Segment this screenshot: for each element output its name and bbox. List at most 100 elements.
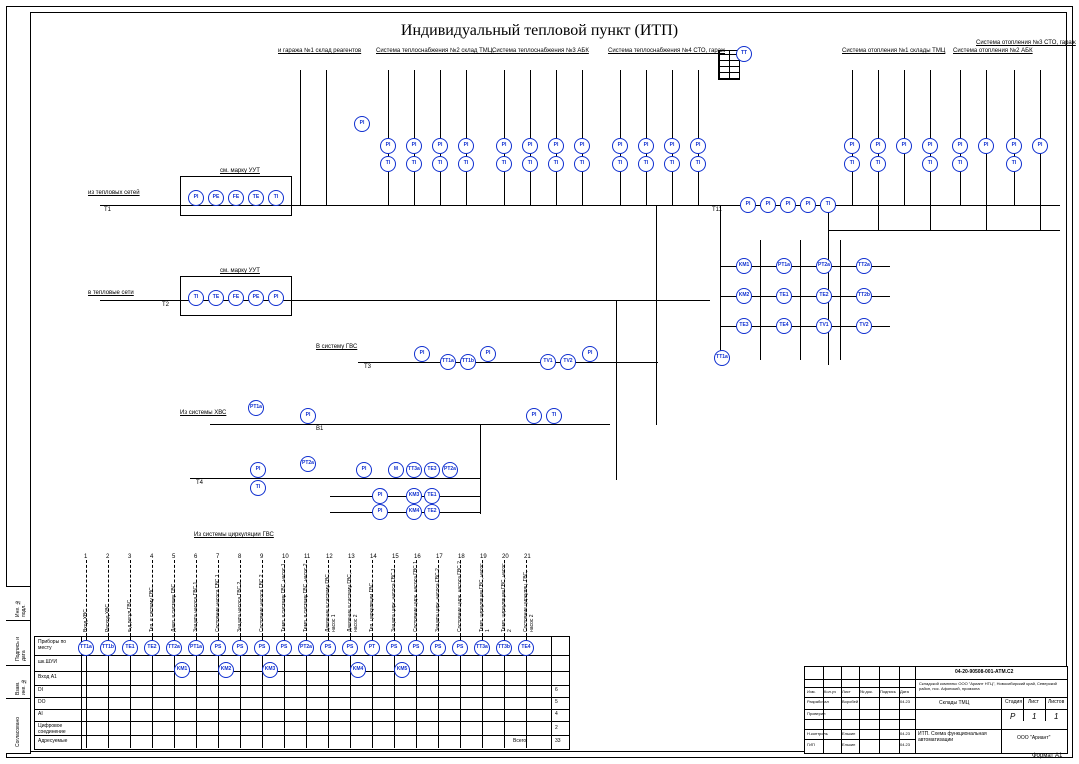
pipe-t4b	[330, 496, 480, 497]
margin-label: Подпись и дата	[15, 627, 27, 661]
instr-tag: M	[388, 462, 404, 478]
instr-tag: TE1	[424, 488, 440, 504]
col-tag: PS	[408, 640, 424, 656]
col-sheet: Лист	[1028, 699, 1039, 705]
lbl-hvs: Из системы ХВС	[180, 410, 226, 416]
row-label: Адресуемые	[38, 738, 67, 744]
lbl-uut1: см. марку УУТ	[220, 168, 260, 174]
mid-tag: KM2	[218, 662, 234, 678]
instr-tag: PE	[208, 190, 224, 206]
role: ГИП	[807, 742, 815, 747]
col-tag: PS	[430, 640, 446, 656]
instr-tag: TE	[248, 190, 264, 206]
row-label: AI	[38, 711, 43, 717]
margin-label: Инв. № подл.	[15, 591, 27, 617]
lbl-gvs: В систему ГВС	[316, 344, 357, 350]
col-tag: TE1	[122, 640, 138, 656]
lbl-return: в тепловые сети	[88, 290, 134, 296]
col-stage: Стадия	[1005, 699, 1022, 705]
hdr-heat1: Система отопления №1 склады ТМЦ	[842, 48, 942, 54]
hdr-heat3: Система отопления №3 СТО, гараж	[976, 40, 1076, 46]
role: Разработал	[807, 699, 829, 704]
col-tag: TT1a	[78, 640, 94, 656]
title-block: 04-20-90508-001-АТМ.С2 Складской комплек…	[804, 666, 1068, 754]
hdr: Подпись	[880, 689, 896, 694]
col-desc: Давление в систему ГВС, насос 1	[325, 560, 337, 632]
instr-tag: TV2	[560, 354, 576, 370]
pipe-b1	[210, 424, 610, 425]
date: 04.23	[900, 731, 910, 736]
instr-tag: PI	[740, 197, 756, 213]
row-label: DI	[38, 687, 43, 693]
hdr-sys3: Система теплоснабжения №3 АБК	[492, 48, 602, 54]
instr-tag: TI	[188, 290, 204, 306]
lbl-circ: Из системы циркуляции ГВС	[194, 532, 274, 538]
mid-tag: KM4	[350, 662, 366, 678]
role: Проверил	[807, 711, 825, 716]
mid-tag: KM1	[174, 662, 190, 678]
col-tag: PS	[342, 640, 358, 656]
instr-tag: PI	[480, 346, 496, 362]
org: ООО "Ариант"	[1017, 735, 1050, 741]
instr-tag: TI	[268, 190, 284, 206]
instr-tag: PT1a	[248, 400, 264, 416]
instr-tag: PI	[300, 408, 316, 424]
page-title: Индивидуальный тепловой пункт (ИТП)	[0, 22, 1079, 40]
name: Елькин	[842, 731, 855, 736]
sheet-title: ИТП. Схема функциональная автоматизации	[918, 731, 998, 743]
instr-tag: TE2	[424, 504, 440, 520]
col-tag: PS	[254, 640, 270, 656]
hdr: Изм.	[807, 689, 816, 694]
mid-tag: KM5	[394, 662, 410, 678]
instr-tag: KM3	[406, 488, 422, 504]
pipe-label: Т4	[196, 480, 203, 486]
instr-tag: TI	[546, 408, 562, 424]
margin-label: Согласовано	[15, 707, 21, 747]
row-label: шк.ШУИ	[38, 659, 57, 665]
col-tag: PS	[210, 640, 226, 656]
instr-tag: PI	[372, 504, 388, 520]
instr-tag: PI	[760, 197, 776, 213]
drawing-sheet: Инв. № подл. Подпись и дата Взам. инв. №…	[0, 0, 1079, 764]
col-tag: TT3a	[474, 640, 490, 656]
instr-tag: PT2a	[442, 462, 458, 478]
col-tag: TE2	[144, 640, 160, 656]
pipe-label: Т2	[162, 302, 169, 308]
instr-tag: TT	[736, 46, 752, 62]
vconn	[828, 205, 829, 365]
col-desc: Темп. циркуляции ГВС, насос 1	[479, 560, 491, 632]
total-value: 33	[555, 738, 561, 744]
col-desc: Темп. циркуляции ГВС, насос 2	[501, 560, 513, 632]
count: 6	[555, 687, 558, 693]
instr-tag: TE	[208, 290, 224, 306]
margin-stamp: Инв. № подл. Подпись и дата Взам. инв. №…	[6, 586, 31, 754]
role: Н.контроль	[807, 731, 828, 736]
instr-tag: PI	[800, 197, 816, 213]
row-label: DO	[38, 699, 46, 705]
row-label: Вход A1	[38, 674, 57, 680]
instr-tag: PI	[356, 462, 372, 478]
instr-tag: PI	[372, 488, 388, 504]
instr-tag: TE3	[424, 462, 440, 478]
project: Складской комплекс ООО "Ариант НТЦ", Нов…	[919, 681, 1063, 691]
instr-tag: TI	[820, 197, 836, 213]
pipe-t4c	[330, 512, 480, 513]
col-tag: PS	[452, 640, 468, 656]
col-tag: PT	[364, 640, 380, 656]
col-tag: TE4	[518, 640, 534, 656]
val-sheet: 1	[1032, 712, 1036, 721]
instr-tag: FE	[228, 190, 244, 206]
date: 04.23	[900, 699, 910, 704]
vconn	[480, 424, 481, 514]
instr-tag: PI	[268, 290, 284, 306]
pipe-label: В1	[316, 426, 323, 432]
mid-tag: KM3	[262, 662, 278, 678]
instr-tag: PI	[250, 462, 266, 478]
instr-tag: TI	[250, 480, 266, 496]
hdr-sys2: Система теплоснабжения №2 склад ТМЦ,	[376, 48, 486, 54]
col-sheets: Листов	[1048, 699, 1064, 705]
format: Формат А1	[1032, 753, 1062, 759]
vconn	[656, 205, 657, 425]
lbl-uut2: см. марку УУТ	[220, 268, 260, 274]
val-stage: Р	[1010, 712, 1015, 721]
